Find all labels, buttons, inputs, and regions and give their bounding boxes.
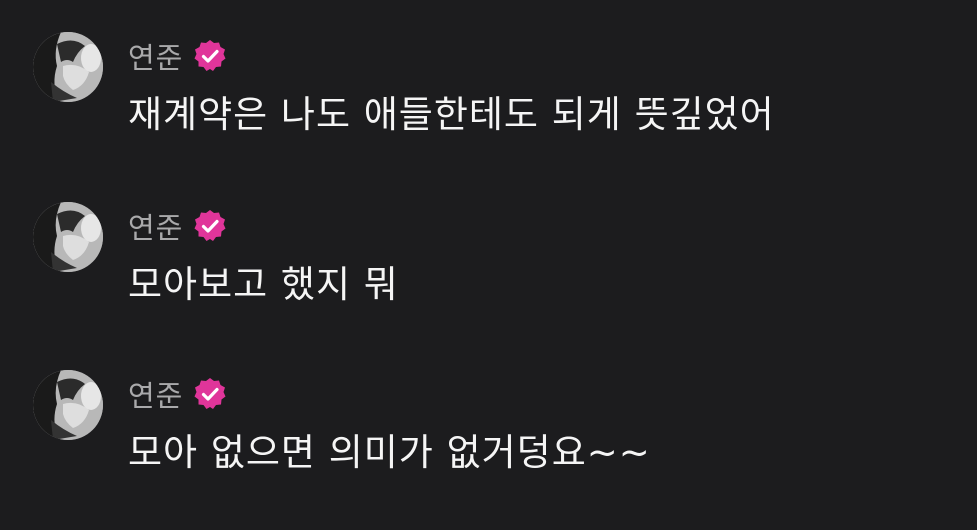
avatar[interactable] <box>33 370 103 440</box>
chat-message-list: 연준 재계약은 나도 애들한테도 되게 뜻깊었어 연준 모아보고 했지 뭐 연준… <box>0 0 977 530</box>
avatar-photo <box>33 32 103 102</box>
author-row: 연준 <box>128 36 227 76</box>
author-name[interactable]: 연준 <box>128 205 183 247</box>
author-row: 연준 <box>128 374 227 414</box>
chat-message: 연준 모아보고 했지 뭐 <box>33 200 953 320</box>
avatar-photo <box>33 202 103 272</box>
verified-badge-icon <box>194 210 226 241</box>
message-text: 모아보고 했지 뭐 <box>128 263 399 306</box>
message-text: 모아 없으면 의미가 없거덩요~~ <box>128 431 651 474</box>
chat-message: 연준 재계약은 나도 애들한테도 되게 뜻깊었어 <box>33 30 953 150</box>
chat-message: 연준 모아 없으면 의미가 없거덩요~~ <box>33 368 953 488</box>
avatar[interactable] <box>33 32 103 102</box>
verified-badge-icon <box>194 378 226 409</box>
author-name[interactable]: 연준 <box>128 35 183 77</box>
avatar-photo <box>33 370 103 440</box>
verified-badge-icon <box>194 40 226 71</box>
avatar[interactable] <box>33 202 103 272</box>
author-name[interactable]: 연준 <box>128 373 183 415</box>
author-row: 연준 <box>128 206 227 246</box>
message-text: 재계약은 나도 애들한테도 되게 뜻깊었어 <box>128 93 775 136</box>
